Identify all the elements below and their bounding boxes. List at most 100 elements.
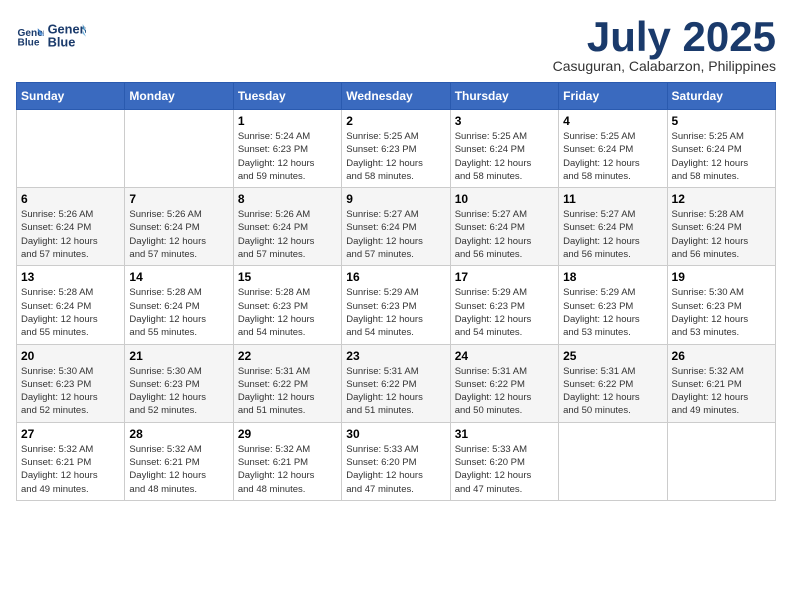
cell-content: Sunrise: 5:26 AMSunset: 6:24 PMDaylight:…	[21, 208, 120, 261]
day-number: 15	[238, 270, 337, 284]
day-number: 4	[563, 114, 662, 128]
cell-content: Sunrise: 5:26 AMSunset: 6:24 PMDaylight:…	[129, 208, 228, 261]
month-title: July 2025	[553, 16, 776, 58]
day-number: 22	[238, 349, 337, 363]
calendar-cell: 2 Sunrise: 5:25 AMSunset: 6:23 PMDaylight…	[342, 110, 450, 188]
calendar-cell	[125, 110, 233, 188]
calendar-cell: 8 Sunrise: 5:26 AMSunset: 6:24 PMDaylight…	[233, 188, 341, 266]
calendar-cell: 29 Sunrise: 5:32 AMSunset: 6:21 PMDayligh…	[233, 422, 341, 500]
calendar-cell: 10Sunrise: 5:27 AMSunset: 6:24 PMDayligh…	[450, 188, 558, 266]
calendar-cell: 15Sunrise: 5:28 AMSunset: 6:23 PMDayligh…	[233, 266, 341, 344]
title-block: July 2025 Casuguran, Calabarzon, Philipp…	[553, 16, 776, 74]
day-header-tuesday: Tuesday	[233, 83, 341, 110]
calendar-cell: 18Sunrise: 5:29 AMSunset: 6:23 PMDayligh…	[559, 266, 667, 344]
cell-content: Sunrise: 5:25 AMSunset: 6:23 PMDaylight:…	[346, 130, 445, 183]
cell-content: Sunrise: 5:30 AMSunset: 6:23 PMDaylight:…	[21, 365, 120, 418]
cell-content: Sunrise: 5:33 AMSunset: 6:20 PMDaylight:…	[455, 443, 554, 496]
day-number: 17	[455, 270, 554, 284]
day-number: 6	[21, 192, 120, 206]
calendar-cell: 25 Sunrise: 5:31 AMSunset: 6:22 PMDayligh…	[559, 344, 667, 422]
calendar-cell: 20 Sunrise: 5:30 AMSunset: 6:23 PMDayligh…	[17, 344, 125, 422]
day-number: 27	[21, 427, 120, 441]
cell-content: Sunrise: 5:25 AMSunset: 6:24 PMDaylight:…	[455, 130, 554, 183]
day-number: 3	[455, 114, 554, 128]
cell-content: Sunrise: 5:25 AMSunset: 6:24 PMDaylight:…	[672, 130, 771, 183]
day-header-friday: Friday	[559, 83, 667, 110]
day-number: 30	[346, 427, 445, 441]
cell-content: Sunrise: 5:31 AMSunset: 6:22 PMDaylight:…	[346, 365, 445, 418]
calendar-cell: 30Sunrise: 5:33 AMSunset: 6:20 PMDayligh…	[342, 422, 450, 500]
cell-content: Sunrise: 5:28 AMSunset: 6:24 PMDaylight:…	[129, 286, 228, 339]
cell-content: Sunrise: 5:32 AMSunset: 6:21 PMDaylight:…	[672, 365, 771, 418]
day-number: 19	[672, 270, 771, 284]
day-header-thursday: Thursday	[450, 83, 558, 110]
calendar-cell: 7 Sunrise: 5:26 AMSunset: 6:24 PMDaylight…	[125, 188, 233, 266]
day-number: 25	[563, 349, 662, 363]
day-number: 9	[346, 192, 445, 206]
cell-content: Sunrise: 5:27 AMSunset: 6:24 PMDaylight:…	[563, 208, 662, 261]
calendar-week-4: 20 Sunrise: 5:30 AMSunset: 6:23 PMDayligh…	[17, 344, 776, 422]
calendar-header-row: SundayMondayTuesdayWednesdayThursdayFrid…	[17, 83, 776, 110]
cell-content: Sunrise: 5:31 AMSunset: 6:22 PMDaylight:…	[238, 365, 337, 418]
cell-content: Sunrise: 5:32 AMSunset: 6:21 PMDaylight:…	[21, 443, 120, 496]
logo: General Blue General Blue	[16, 16, 86, 56]
calendar-week-2: 6 Sunrise: 5:26 AMSunset: 6:24 PMDaylight…	[17, 188, 776, 266]
svg-text:Blue: Blue	[48, 34, 76, 49]
cell-content: Sunrise: 5:26 AMSunset: 6:24 PMDaylight:…	[238, 208, 337, 261]
day-number: 28	[129, 427, 228, 441]
cell-content: Sunrise: 5:28 AMSunset: 6:24 PMDaylight:…	[672, 208, 771, 261]
cell-content: Sunrise: 5:27 AMSunset: 6:24 PMDaylight:…	[346, 208, 445, 261]
calendar-cell: 24 Sunrise: 5:31 AMSunset: 6:22 PMDayligh…	[450, 344, 558, 422]
calendar-cell: 17 Sunrise: 5:29 AMSunset: 6:23 PMDayligh…	[450, 266, 558, 344]
cell-content: Sunrise: 5:29 AMSunset: 6:23 PMDaylight:…	[563, 286, 662, 339]
page-header: General Blue General Blue July 2025 Casu…	[16, 16, 776, 74]
day-number: 31	[455, 427, 554, 441]
calendar-cell: 22 Sunrise: 5:31 AMSunset: 6:22 PMDayligh…	[233, 344, 341, 422]
day-number: 29	[238, 427, 337, 441]
day-number: 8	[238, 192, 337, 206]
day-number: 12	[672, 192, 771, 206]
calendar-cell: 19 Sunrise: 5:30 AMSunset: 6:23 PMDayligh…	[667, 266, 775, 344]
calendar-cell: 31 Sunrise: 5:33 AMSunset: 6:20 PMDayligh…	[450, 422, 558, 500]
calendar-week-5: 27 Sunrise: 5:32 AMSunset: 6:21 PMDayligh…	[17, 422, 776, 500]
day-number: 24	[455, 349, 554, 363]
day-number: 2	[346, 114, 445, 128]
day-header-sunday: Sunday	[17, 83, 125, 110]
calendar-cell: 14Sunrise: 5:28 AMSunset: 6:24 PMDayligh…	[125, 266, 233, 344]
cell-content: Sunrise: 5:32 AMSunset: 6:21 PMDaylight:…	[129, 443, 228, 496]
calendar-cell: 21Sunrise: 5:30 AMSunset: 6:23 PMDayligh…	[125, 344, 233, 422]
cell-content: Sunrise: 5:31 AMSunset: 6:22 PMDaylight:…	[455, 365, 554, 418]
calendar-cell: 11 Sunrise: 5:27 AMSunset: 6:24 PMDayligh…	[559, 188, 667, 266]
day-number: 11	[563, 192, 662, 206]
day-header-monday: Monday	[125, 83, 233, 110]
calendar-cell	[559, 422, 667, 500]
calendar-cell: 1Sunrise: 5:24 AMSunset: 6:23 PMDaylight…	[233, 110, 341, 188]
calendar-cell: 3 Sunrise: 5:25 AMSunset: 6:24 PMDaylight…	[450, 110, 558, 188]
day-header-wednesday: Wednesday	[342, 83, 450, 110]
cell-content: Sunrise: 5:29 AMSunset: 6:23 PMDaylight:…	[455, 286, 554, 339]
calendar-week-3: 13 Sunrise: 5:28 AMSunset: 6:24 PMDayligh…	[17, 266, 776, 344]
day-number: 7	[129, 192, 228, 206]
calendar-cell: 9 Sunrise: 5:27 AMSunset: 6:24 PMDaylight…	[342, 188, 450, 266]
cell-content: Sunrise: 5:31 AMSunset: 6:22 PMDaylight:…	[563, 365, 662, 418]
cell-content: Sunrise: 5:29 AMSunset: 6:23 PMDaylight:…	[346, 286, 445, 339]
calendar-cell: 28 Sunrise: 5:32 AMSunset: 6:21 PMDayligh…	[125, 422, 233, 500]
calendar-cell: 26Sunrise: 5:32 AMSunset: 6:21 PMDayligh…	[667, 344, 775, 422]
day-number: 16	[346, 270, 445, 284]
calendar-cell	[17, 110, 125, 188]
cell-content: Sunrise: 5:32 AMSunset: 6:21 PMDaylight:…	[238, 443, 337, 496]
calendar-cell: 4Sunrise: 5:25 AMSunset: 6:24 PMDaylight…	[559, 110, 667, 188]
calendar-cell: 16 Sunrise: 5:29 AMSunset: 6:23 PMDayligh…	[342, 266, 450, 344]
cell-content: Sunrise: 5:27 AMSunset: 6:24 PMDaylight:…	[455, 208, 554, 261]
calendar-week-1: 1Sunrise: 5:24 AMSunset: 6:23 PMDaylight…	[17, 110, 776, 188]
calendar-table: SundayMondayTuesdayWednesdayThursdayFrid…	[16, 82, 776, 501]
day-number: 20	[21, 349, 120, 363]
day-header-saturday: Saturday	[667, 83, 775, 110]
day-number: 13	[21, 270, 120, 284]
svg-text:Blue: Blue	[18, 37, 40, 48]
cell-content: Sunrise: 5:24 AMSunset: 6:23 PMDaylight:…	[238, 130, 337, 183]
day-number: 5	[672, 114, 771, 128]
generalblue-logo-svg: General Blue	[46, 16, 86, 56]
calendar-cell: 12 Sunrise: 5:28 AMSunset: 6:24 PMDayligh…	[667, 188, 775, 266]
cell-content: Sunrise: 5:30 AMSunset: 6:23 PMDaylight:…	[672, 286, 771, 339]
